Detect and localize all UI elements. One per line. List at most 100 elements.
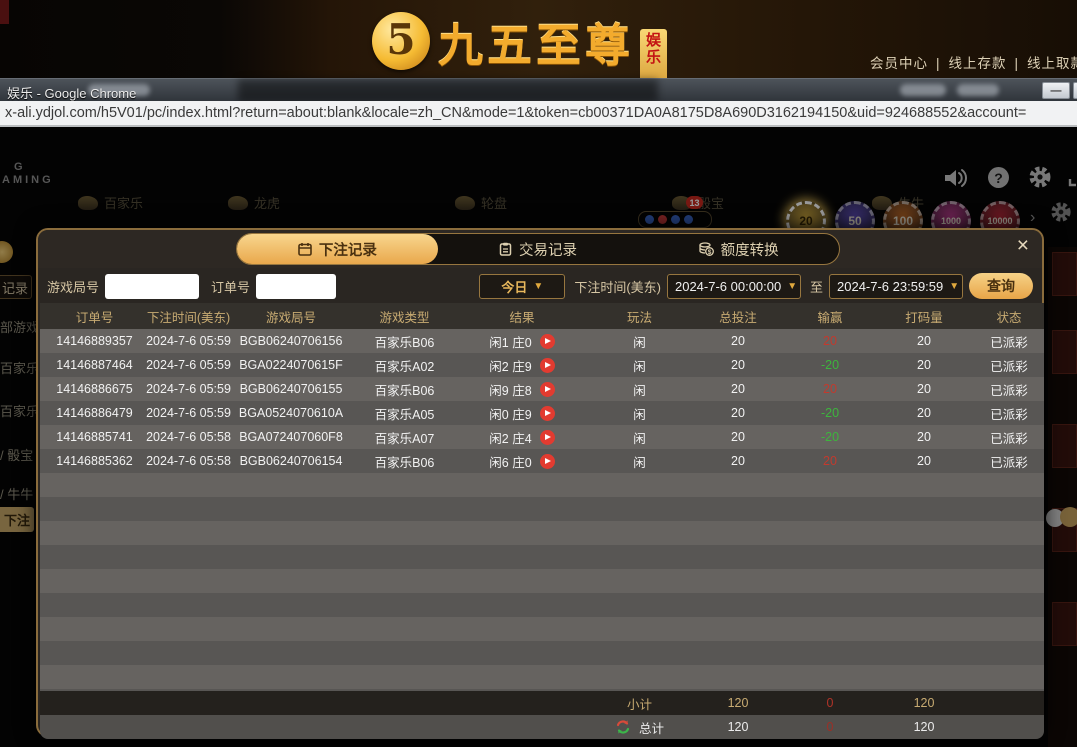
column-header: 订单号: [42, 303, 147, 329]
order-no: 14146885362: [42, 449, 147, 473]
total-row: 总计 120 0 120: [40, 715, 1044, 739]
empty-row: [40, 569, 1044, 593]
play-video-button[interactable]: [540, 430, 555, 445]
result-text: 闲0 庄9: [489, 404, 531, 423]
minimize-button[interactable]: —: [1042, 82, 1070, 99]
total-bet: 20: [692, 425, 784, 449]
game-round-input[interactable]: [105, 274, 199, 299]
subtotal-total-bet: 120: [692, 691, 784, 715]
empty-row: [40, 665, 1044, 689]
play-video-button[interactable]: [540, 406, 555, 421]
empty-row: [40, 617, 1044, 641]
play-video-button[interactable]: [540, 358, 555, 373]
result-cell: 闲9 庄8: [457, 377, 587, 401]
table-row: 141468866752024-7-6 05:59BGB06240706155百…: [40, 377, 1044, 401]
url-bar[interactable]: x-ali.ydjol.com/h5V01/pc/index.html?retu…: [0, 101, 1077, 127]
member-links: 会员中心|线上存款|线上取款: [870, 52, 1077, 72]
play-video-button[interactable]: [540, 382, 555, 397]
win-loss: -20: [784, 353, 876, 377]
play-video-button[interactable]: [540, 454, 555, 469]
subtotal-win-loss: 0: [784, 691, 876, 715]
corner-window-fragment: [0, 0, 9, 24]
window-title-bar: 娱乐 - Google Chrome —: [0, 78, 1077, 101]
time-from-select[interactable]: 2024-7-6 00:00:00 ▼: [667, 274, 801, 299]
chevron-down-icon: ▼: [787, 281, 797, 292]
play-type: 闲: [587, 401, 692, 425]
status-badge: 已派彩: [972, 449, 1044, 473]
total-win-loss: 0: [784, 715, 876, 739]
chevron-down-icon: ▼: [949, 281, 959, 292]
status-badge: 已派彩: [972, 425, 1044, 449]
column-header: 结果: [457, 303, 587, 329]
play-triangle-icon: [545, 458, 551, 464]
link-online-withdraw[interactable]: 线上取款: [1027, 56, 1077, 71]
tab-label: 额度转换: [721, 239, 779, 260]
table-body: 141468893572024-7-6 05:59BGB06240706156百…: [40, 329, 1044, 691]
game-round-label: 游戏局号: [47, 277, 99, 296]
win-loss: 20: [784, 449, 876, 473]
total-bet: 20: [692, 353, 784, 377]
game-type: 百家乐B06: [352, 329, 457, 353]
total-bet: 20: [692, 449, 784, 473]
site-logo-name: 九五至尊: [438, 9, 634, 74]
result-text: 闲9 庄8: [489, 380, 531, 399]
badge-char: 娱: [646, 32, 661, 49]
date-preset-value: 今日: [501, 277, 527, 296]
tab-credit-transfer[interactable]: $ 额度转换: [638, 234, 839, 264]
turnover: 20: [876, 329, 972, 353]
tab-transaction-records[interactable]: 交易记录: [438, 234, 639, 264]
time-to-select[interactable]: 2024-7-6 23:59:59 ▼: [829, 274, 963, 299]
table-header-row: 订单号下注时间(美东)游戏局号游戏类型结果玩法总投注输赢打码量状态: [40, 303, 1044, 329]
link-member-center[interactable]: 会员中心: [870, 56, 928, 71]
url-text[interactable]: x-ali.ydjol.com/h5V01/pc/index.html?retu…: [5, 105, 1026, 121]
order-no: 14146885741: [42, 425, 147, 449]
column-header: 输赢: [784, 303, 876, 329]
result-text: 闲1 庄0: [489, 332, 531, 351]
order-no: 14146889357: [42, 329, 147, 353]
game-type: 百家乐A02: [352, 353, 457, 377]
result-cell: 闲6 庄0: [457, 449, 587, 473]
table-row: 141468893572024-7-6 05:59BGB06240706156百…: [40, 329, 1044, 353]
svg-text:$: $: [707, 249, 711, 256]
play-triangle-icon: [545, 362, 551, 368]
chevron-down-icon: ▼: [533, 281, 543, 292]
round-no: BGA072407060F8: [230, 425, 352, 449]
empty-row: [40, 545, 1044, 569]
tab-label: 下注记录: [319, 239, 377, 260]
table-row: 141468853622024-7-6 05:58BGB06240706154百…: [40, 449, 1044, 473]
coin-glyph: 5: [386, 15, 415, 64]
link-online-deposit[interactable]: 线上存款: [948, 56, 1006, 71]
column-header: 玩法: [587, 303, 692, 329]
win-loss: -20: [784, 401, 876, 425]
bet-time-label: 下注时间(美东): [574, 277, 661, 296]
close-icon[interactable]: ×: [1017, 235, 1029, 256]
bet-time: 2024-7-6 05:59: [147, 401, 230, 425]
refresh-icon[interactable]: [615, 719, 631, 735]
bet-records-modal: 下注记录 交易记录 $ 额度转换 × 游戏局号 订单号 今日: [36, 228, 1044, 737]
result-cell: 闲0 庄9: [457, 401, 587, 425]
play-triangle-icon: [545, 410, 551, 416]
game-type: 百家乐B06: [352, 449, 457, 473]
tab-bet-records[interactable]: 下注记录: [237, 234, 438, 264]
coins-icon: $: [699, 242, 714, 256]
result-text: 闲6 庄0: [489, 452, 531, 471]
round-no: BGA0224070615F: [230, 353, 352, 377]
search-button[interactable]: 查询: [969, 273, 1033, 299]
result-text: 闲2 庄4: [489, 428, 531, 447]
date-preset-select[interactable]: 今日 ▼: [479, 274, 565, 299]
status-badge: 已派彩: [972, 329, 1044, 353]
play-type: 闲: [587, 353, 692, 377]
turnover: 20: [876, 449, 972, 473]
time-to-value: 2024-7-6 23:59:59: [837, 279, 943, 294]
play-video-button[interactable]: [540, 334, 555, 349]
column-header: 游戏局号: [230, 303, 352, 329]
play-type: 闲: [587, 449, 692, 473]
order-no-input[interactable]: [256, 274, 336, 299]
column-header: 打码量: [876, 303, 972, 329]
modal-tab-bar: 下注记录 交易记录 $ 额度转换 ×: [38, 230, 1042, 268]
maximize-button[interactable]: [1073, 82, 1077, 99]
play-type: 闲: [587, 377, 692, 401]
turnover: 20: [876, 425, 972, 449]
calendar-icon: [298, 242, 312, 256]
column-header: 状态: [972, 303, 1046, 329]
